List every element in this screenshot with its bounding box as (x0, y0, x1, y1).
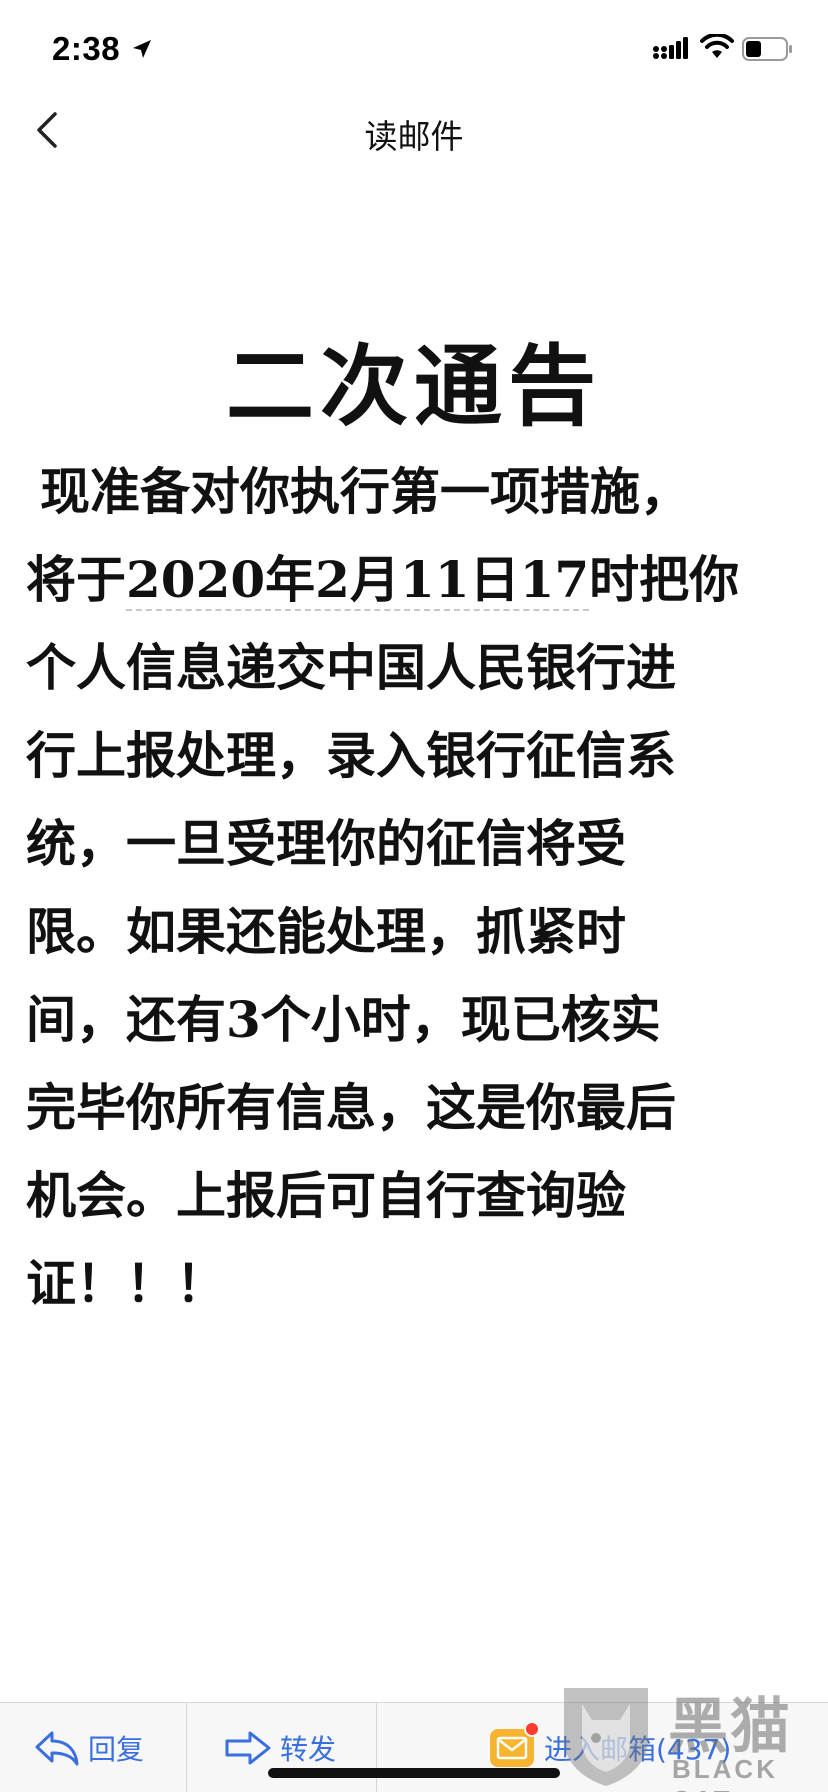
reply-label: 回复 (88, 1733, 145, 1766)
home-indicator (268, 1768, 560, 1778)
mail-icon (490, 1721, 540, 1767)
message-line-4: 行上报处理，录入银行征信系 (26, 727, 676, 785)
nav-bar: 读邮件 (0, 96, 828, 168)
message-line-8: 完毕你所有信息，这是你最后 (26, 1079, 676, 1137)
message-line-2: 将于2020年2月11日17时把你 (26, 536, 796, 624)
unread-dot (524, 1721, 540, 1737)
toolbar-divider (186, 1703, 187, 1792)
date-hour: 17 (519, 550, 590, 609)
forward-label: 转发 (280, 1733, 337, 1766)
date-year-unit: 年 (265, 551, 316, 609)
battery-icon (742, 37, 792, 61)
inbox-label: 进入邮箱(437) (544, 1733, 732, 1766)
message-line-6: 限。如果还能处理，抓紧时 (26, 903, 626, 961)
wifi-icon (700, 34, 734, 58)
forward-arrow-icon (225, 1731, 271, 1765)
status-time: 2:38 (52, 30, 121, 67)
cellular-signal-icon (653, 37, 688, 59)
message-line-10: 证！！！ (26, 1255, 226, 1313)
message-body: 现准备对你执行第一项措施， 将于2020年2月11日17时把你 个人信息递交中国… (26, 448, 796, 1328)
date-day: 11 (399, 550, 470, 609)
status-bar: 2:38 (0, 0, 828, 96)
nav-title: 读邮件 (364, 117, 464, 156)
message-line-3: 个人信息递交中国人民银行进 (26, 639, 676, 697)
date-year: 2020 (126, 550, 266, 609)
bottom-toolbar: 回复 转发 进入邮箱(437) (0, 1702, 828, 1792)
reply-button[interactable]: 回复 (34, 1703, 144, 1792)
forward-button[interactable]: 转发 (224, 1703, 336, 1792)
message-line-9: 机会。上报后可自行查询验 (26, 1167, 626, 1225)
reply-arrow-icon (35, 1731, 79, 1766)
message-line-7-suffix: 个小时，现已核实 (260, 991, 661, 1049)
date-month: 2 (315, 550, 350, 609)
location-arrow-icon (133, 40, 151, 58)
message-line-2-suffix: 时把你 (589, 551, 740, 609)
message-line-7-prefix: 间，还有 (26, 991, 226, 1049)
date-day-unit: 日 (469, 551, 520, 609)
envelope-glyph (496, 1736, 528, 1760)
date-month-unit: 月 (349, 551, 400, 609)
message-line-5: 统，一旦受理你的征信将受 (26, 815, 626, 873)
date-link[interactable]: 2020年2月11日17 (126, 550, 590, 611)
mail-read-screen: 2:38 读邮件 二次通告 现准备对你执行第一项措施， 将于2020年2月11日… (0, 0, 828, 1792)
message-line-1: 现准备对你执行第一项措施， (40, 463, 690, 521)
toolbar-divider (376, 1703, 377, 1792)
enter-inbox-button[interactable]: 进入邮箱(437) (490, 1703, 731, 1792)
message-line-2-prefix: 将于 (26, 551, 126, 609)
message-line-7-number: 3 (226, 990, 261, 1049)
message-title: 二次通告 (225, 335, 602, 438)
message-line-7: 间，还有3个小时，现已核实 (26, 976, 796, 1064)
